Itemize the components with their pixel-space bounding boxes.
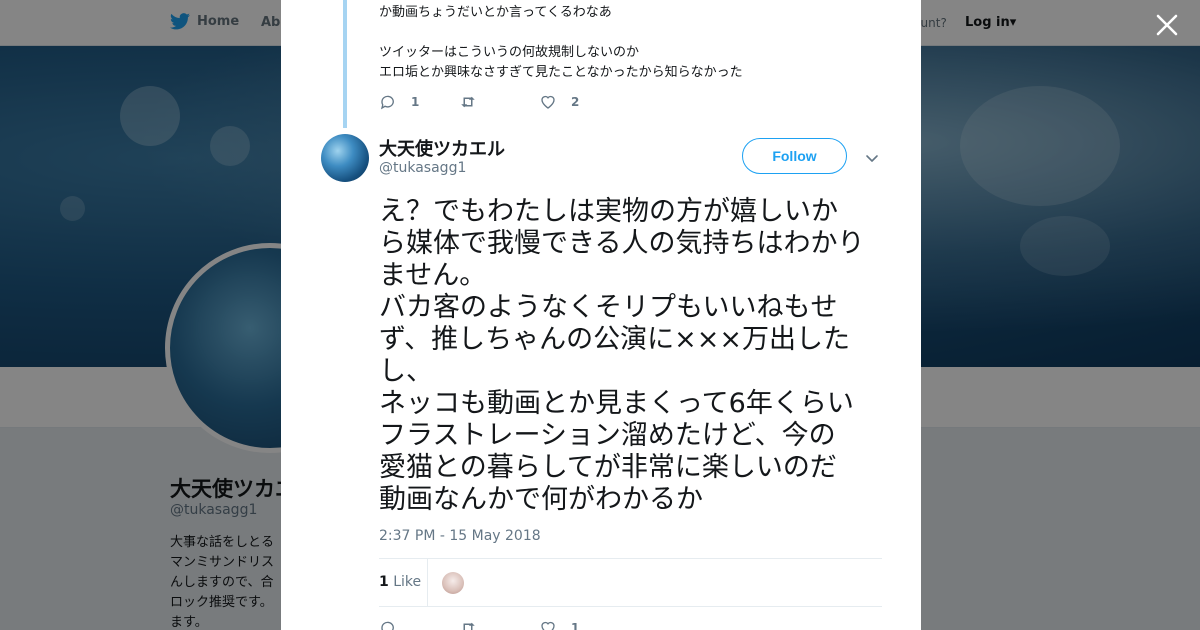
likes-stat-count: 1	[379, 574, 389, 590]
retweet-icon	[461, 96, 475, 108]
previous-tweet-line	[379, 23, 743, 43]
likes-stat[interactable]: 1 Like	[379, 574, 421, 590]
tweet-line: ネッコも動画とか見まくって6年くらい	[379, 388, 854, 419]
tweet-line: ず、推しちゃんの公演に×××万出した	[379, 324, 850, 355]
reply-button[interactable]	[379, 619, 459, 630]
tweet-permalink-modal: か動画ちょうだいとか言ってくるわなあ ツイッターはこういうの何故規制しないのか …	[281, 0, 921, 630]
follow-button[interactable]: Follow	[742, 138, 847, 174]
retweet-icon	[463, 622, 475, 630]
tweet-line: 動画なんかで何がわかるか	[379, 484, 703, 515]
previous-tweet-actions: 1 2	[379, 92, 619, 112]
reply-icon	[380, 95, 394, 110]
tweet-timestamp[interactable]: 2:37 PM - 15 May 2018	[379, 528, 541, 544]
tweet-stats: 1 Like	[379, 558, 882, 607]
reply-icon	[381, 621, 394, 630]
previous-tweet-line: エロ垢とか興味なさすぎて見たことなかったから知らなかった	[379, 65, 743, 80]
tweet-actions: 1	[379, 618, 619, 630]
tweet-line: し、	[379, 356, 433, 387]
thread-connector-line	[343, 0, 347, 128]
liker-avatar[interactable]	[442, 572, 464, 594]
author-handle[interactable]: @tukasagg1	[379, 160, 466, 176]
stats-divider	[427, 559, 428, 606]
tweet-line: 愛猫との暮らしてが非常に楽しいのだ	[379, 452, 837, 483]
likes-stat-label: Like	[393, 574, 422, 590]
previous-tweet-line: ツイッターはこういうの何故規制しないのか	[379, 45, 640, 60]
tweet-line: え？でもわたしは実物の方が嬉しいか	[379, 196, 838, 227]
reply-count: 1	[411, 95, 420, 109]
heart-icon	[541, 621, 555, 630]
like-count: 2	[571, 95, 580, 109]
reply-button[interactable]: 1	[379, 93, 459, 111]
tweet-line: ら媒体で我慢できる人の気持ちはわかり	[379, 228, 865, 259]
tweet-line: フラストレーション溜めたけど、今の	[379, 420, 836, 451]
close-icon[interactable]	[1154, 12, 1180, 38]
like-count: 1	[571, 621, 580, 630]
tweet-line: ません。	[379, 260, 487, 291]
author-name[interactable]: 大天使ツカエル	[379, 135, 505, 161]
heart-icon	[541, 95, 555, 109]
chevron-down-icon[interactable]	[864, 150, 880, 166]
retweet-button[interactable]	[459, 619, 539, 630]
like-button[interactable]: 2	[539, 93, 619, 111]
author-avatar[interactable]	[321, 134, 369, 182]
tweet-line: バカ客のようなくそリプもいいねもせ	[379, 292, 838, 323]
retweet-button[interactable]	[459, 93, 539, 111]
tweet-text: え？でもわたしは実物の方が嬉しいか ら媒体で我慢できる人の気持ちはわかり ません…	[379, 196, 889, 516]
like-button[interactable]: 1	[539, 619, 619, 630]
previous-tweet-line: か動画ちょうだいとか言ってくるわなあ	[379, 5, 612, 20]
previous-tweet-text: か動画ちょうだいとか言ってくるわなあ ツイッターはこういうの何故規制しないのか …	[379, 3, 743, 83]
